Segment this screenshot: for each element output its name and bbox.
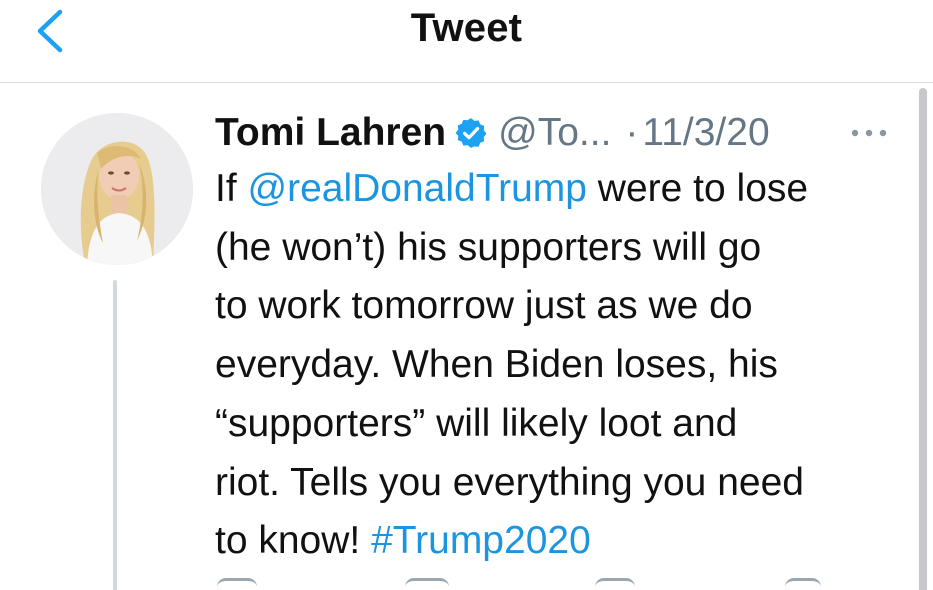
tweet-line: If @realDonaldTrump were to lose (215, 160, 915, 219)
separator-dot: · (625, 111, 639, 154)
tweet-line: everyday. When Biden loses, his (215, 343, 778, 387)
tweet-text-segment: were to lose (586, 167, 809, 210)
mention-link[interactable]: @realDonaldTrump (248, 167, 587, 210)
more-options-button[interactable] (847, 120, 891, 146)
tweet-line: “supporters” will likely loot and (215, 401, 738, 445)
tweet-detail-screen: Tweet Tomi Lahren @To... · 11/3/20 If @r… (0, 0, 933, 590)
tweet-action-bar (215, 578, 905, 590)
tweet-line: riot. Tells you everything you need (215, 460, 804, 504)
hashtag-link[interactable]: #Trump2020 (371, 519, 591, 562)
tweet-author-line: Tomi Lahren @To... · 11/3/20 (215, 108, 770, 158)
more-horizontal-icon (847, 120, 891, 146)
tweet-line: to work tomorrow just as we do (215, 284, 753, 328)
reply-icon[interactable] (217, 578, 257, 587)
thread-connector-line (113, 280, 117, 590)
avatar[interactable] (41, 113, 193, 265)
verified-badge-icon (454, 116, 488, 150)
page-title: Tweet (410, 6, 523, 50)
tweet-line: (he won’t) his supporters will go (215, 225, 762, 269)
author-display-name[interactable]: Tomi Lahren (215, 111, 446, 155)
navigation-bar: Tweet (0, 0, 933, 83)
tweet-line: to know! #Trump2020 (215, 512, 915, 571)
tweet-body: If @realDonaldTrump were to lose (he won… (215, 160, 915, 571)
tweet-date[interactable]: 11/3/20 (642, 111, 769, 155)
author-handle[interactable]: @To... (498, 111, 611, 155)
share-icon[interactable] (785, 578, 821, 587)
tweet-text-segment: to know! (215, 519, 372, 563)
retweet-icon[interactable] (405, 578, 449, 587)
like-icon[interactable] (595, 578, 635, 587)
tweet-text-segment: If (215, 167, 248, 210)
scrollbar[interactable] (919, 88, 927, 590)
